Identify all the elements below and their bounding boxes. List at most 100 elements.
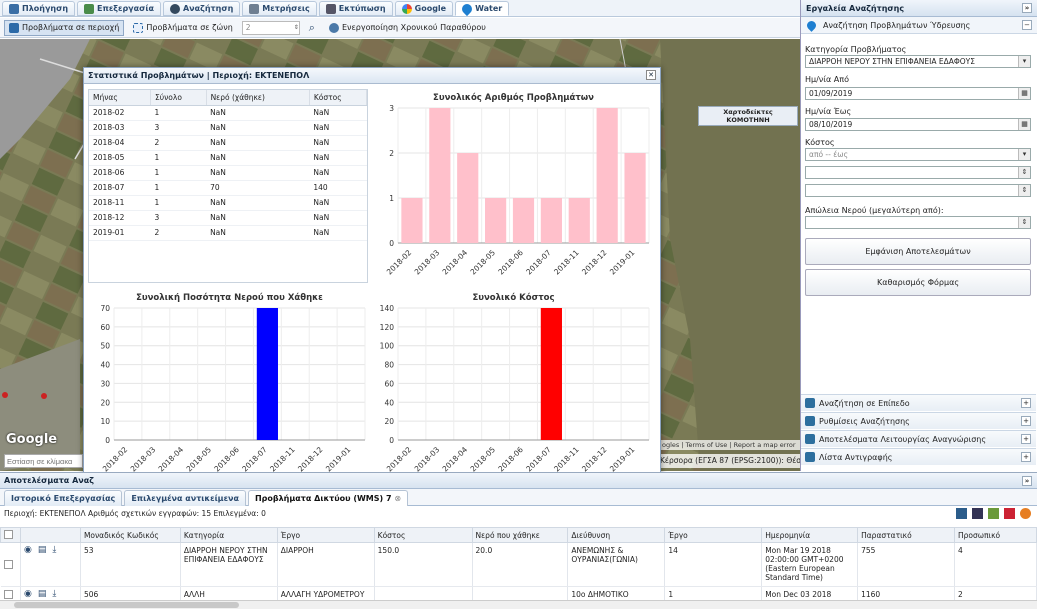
close-tab-icon[interactable]: ⊗ <box>394 494 401 503</box>
export-kml-icon[interactable] <box>988 508 999 519</box>
water-search-section[interactable]: Αναζήτηση Προβλημάτων Ύδρευσης − <box>801 17 1037 34</box>
column-header[interactable]: Προσωπικό <box>954 527 1037 543</box>
view-icon[interactable]: ◉ <box>24 546 32 555</box>
horizontal-scrollbar[interactable] <box>0 600 1037 609</box>
time-window-button[interactable]: Ενεργοποίηση Χρονικού Παραθύρου <box>324 20 491 36</box>
scrollbar-thumb[interactable] <box>14 602 239 608</box>
bookmarks-window[interactable]: Χαρτοδείκτες ΚΟΜΟΤΗΝΗ <box>698 106 798 126</box>
table-row[interactable]: 2018-06 1 NaN NaN <box>89 165 367 181</box>
column-header[interactable]: Κόστος <box>373 527 473 543</box>
accordion-search-settings[interactable]: Ρυθμίσεις Αναζήτησης + <box>801 412 1036 429</box>
expand-icon[interactable]: + <box>1021 452 1031 462</box>
bookmarks-item[interactable]: ΚΟΜΟΤΗΝΗ <box>699 116 797 124</box>
expand-icon[interactable]: + <box>1021 416 1031 426</box>
table-row[interactable]: 2019-01 2 NaN NaN <box>89 225 367 241</box>
zoom-to-icon[interactable]: ⤓ <box>52 546 56 555</box>
accordion-layer-search[interactable]: Αναζήτηση σε Επίπεδο + <box>801 394 1036 411</box>
view-icon[interactable]: ◉ <box>24 590 32 599</box>
tab-navigation[interactable]: Πλοήγηση <box>2 1 76 16</box>
chevron-down-icon[interactable]: ▾ <box>1018 56 1030 67</box>
column-header[interactable]: Νερό που χάθηκε <box>471 527 569 543</box>
column-header[interactable]: Μήνας <box>89 90 152 106</box>
table-row[interactable]: 2018-03 3 NaN NaN <box>89 120 367 136</box>
water-loss-stepper[interactable]: ⇕ <box>805 216 1031 229</box>
problems-in-area-button[interactable]: Προβλήματα σε περιοχή <box>4 19 125 36</box>
download-icon[interactable] <box>972 508 983 519</box>
dialog-titlebar[interactable]: Στατιστικά Προβλημάτων | Περιοχή: ΕΚΤΕΝΕ… <box>84 68 660 84</box>
tab-selected-objects[interactable]: Επιλεγμένα αντικείμενα <box>124 490 246 506</box>
bar[interactable] <box>568 198 590 243</box>
column-header[interactable]: Έργο <box>664 527 763 543</box>
close-icon[interactable]: ✕ <box>646 70 656 80</box>
tab-google[interactable]: Google <box>394 1 454 16</box>
refresh-icon[interactable] <box>1020 508 1031 519</box>
column-header[interactable]: Μοναδικός Κωδικός <box>79 527 181 543</box>
bar[interactable] <box>457 153 479 243</box>
scale-search-input[interactable] <box>4 454 83 468</box>
table-row[interactable]: 2018-07 1 70 140 <box>89 180 367 196</box>
show-results-button[interactable]: Εμφάνιση Αποτελεσμάτων <box>805 238 1031 265</box>
tab-water[interactable]: Water <box>455 1 510 16</box>
column-header[interactable]: Ημερομηνία <box>761 527 859 543</box>
category-select[interactable]: ΔΙΑΡΡΟΗ ΝΕΡΟΥ ΣΤΗΝ ΕΠΙΦΑΝΕΙΑ ΕΔΑΦΟΥΣ ▾ <box>805 55 1031 68</box>
tab-search[interactable]: Αναζήτηση <box>162 1 241 16</box>
cost-to-stepper[interactable]: ⇕ <box>805 184 1031 197</box>
tab-print[interactable]: Εκτύπωση <box>318 1 393 16</box>
table-row[interactable]: 2018-05 1 NaN NaN <box>89 150 367 166</box>
row-select-cell[interactable] <box>0 542 21 587</box>
details-icon[interactable]: ▤ <box>38 590 47 599</box>
expand-icon[interactable]: + <box>1021 398 1031 408</box>
collapse-panel-icon[interactable]: » <box>1022 3 1032 13</box>
column-header[interactable]: Έργο <box>276 527 375 543</box>
column-header[interactable]: Νερό (χάθηκε) <box>206 90 310 106</box>
table-row[interactable]: 2018-02 1 NaN NaN <box>89 105 367 121</box>
column-header[interactable]: Σύνολο <box>150 90 207 106</box>
tab-measurements[interactable]: Μετρήσεις <box>242 1 317 16</box>
bar[interactable] <box>256 308 278 440</box>
tab-network-problems[interactable]: Προβλήματα Δικτύου (WMS) 7 ⊗ <box>247 490 409 506</box>
accordion-copy-list[interactable]: Λίστα Αντιγραφής + <box>801 448 1036 465</box>
column-header[interactable]: Κόστος <box>309 90 368 106</box>
bar[interactable] <box>401 198 423 243</box>
tab-edit-history[interactable]: Ιστορικό Επεξεργασίας <box>4 490 123 506</box>
table-view-icon[interactable] <box>956 508 967 519</box>
bar[interactable] <box>540 198 562 243</box>
cost-from-stepper[interactable]: ⇕ <box>805 166 1031 179</box>
column-header[interactable]: Κατηγορία <box>179 527 278 543</box>
stepper-arrows-icon[interactable]: ⇕ <box>1018 217 1030 228</box>
stepper-arrows-icon[interactable]: ⇕ <box>1018 167 1030 178</box>
stepper-arrows-icon[interactable]: ⇕ <box>1018 185 1030 196</box>
table-row[interactable]: 2018-04 2 NaN NaN <box>89 135 367 151</box>
zone-stepper[interactable]: 2 ⇕ <box>241 20 300 35</box>
bar[interactable] <box>596 108 618 243</box>
results-header[interactable]: Αποτελέσματα Αναζ» <box>0 473 1037 489</box>
tab-edit[interactable]: Επεξεργασία <box>77 1 161 16</box>
column-header[interactable]: Διεύθυνση <box>567 527 666 543</box>
clear-form-button[interactable]: Καθαρισμός Φόρμας <box>805 269 1031 296</box>
chevron-down-icon[interactable]: ▾ <box>1018 149 1030 160</box>
bar[interactable] <box>540 308 562 440</box>
export-pdf-icon[interactable] <box>1004 508 1015 519</box>
accordion-identify-results[interactable]: Αποτελέσματα Λειτουργίας Αναγνώρισης Αντ… <box>801 430 1036 461</box>
table-row[interactable]: ◉ ▤ ⤓ 53 ΔΙΑΡΡΟΗ ΝΕΡΟΥ ΣΤΗΝ ΕΠΙΦΑΝΕΙΑ ΕΔΑΦΟΥ… <box>0 542 1037 587</box>
zone-search-button[interactable]: ⌕ <box>304 20 320 36</box>
select-all-checkbox[interactable] <box>4 529 13 539</box>
collapse-section-icon[interactable]: − <box>1022 20 1032 30</box>
collapse-results-icon[interactable]: » <box>1022 476 1032 486</box>
bar[interactable] <box>624 153 646 243</box>
details-icon[interactable]: ▤ <box>38 546 47 555</box>
zoom-to-icon[interactable]: ⤓ <box>52 590 56 599</box>
expand-icon[interactable]: + <box>1021 434 1031 444</box>
row-checkbox[interactable] <box>3 560 13 569</box>
row-checkbox[interactable] <box>3 590 13 599</box>
table-row[interactable]: 2018-11 1 NaN NaN <box>89 195 367 211</box>
bar[interactable] <box>429 108 451 243</box>
cost-range-select[interactable]: από -- έως ▾ <box>805 148 1031 161</box>
column-header[interactable]: Παραστατικό <box>857 527 955 543</box>
table-row[interactable]: 2018-12 3 NaN NaN <box>89 210 367 226</box>
problems-in-zone-button[interactable]: Προβλήματα σε ζώνη <box>128 20 237 36</box>
calendar-icon[interactable]: ▦ <box>1018 119 1030 130</box>
bar[interactable] <box>512 198 535 243</box>
date-to-field[interactable]: 08/10/2019 ▦ <box>805 118 1031 131</box>
select-all-header[interactable] <box>0 527 21 543</box>
